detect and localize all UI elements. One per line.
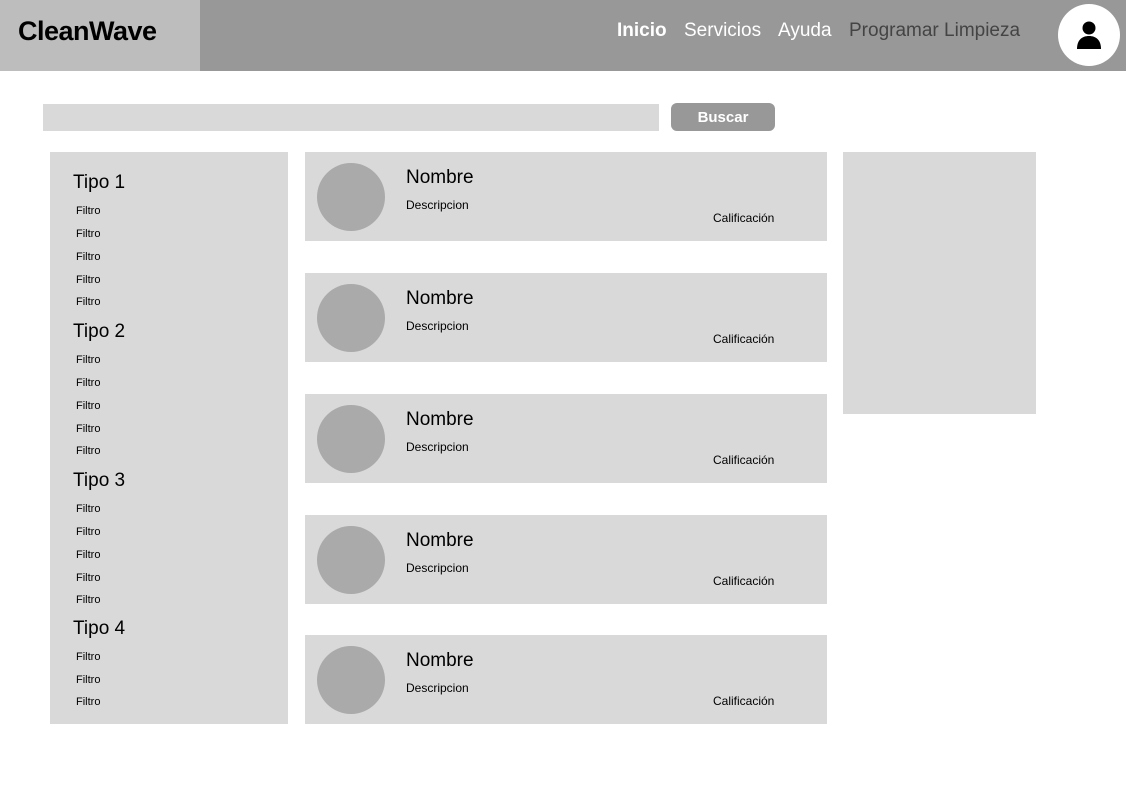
filter-option[interactable]: Filtro (76, 251, 100, 263)
filter-option[interactable]: Filtro (76, 503, 100, 515)
provider-name: Nombre (406, 409, 474, 430)
provider-description: Descripcion (406, 440, 469, 454)
filter-option[interactable]: Filtro (76, 572, 100, 584)
search-input[interactable] (43, 104, 659, 131)
filter-option[interactable]: Filtro (76, 354, 100, 366)
nav-servicios[interactable]: Servicios (684, 20, 761, 42)
nav-ayuda[interactable]: Ayuda (778, 20, 832, 42)
filter-option[interactable]: Filtro (76, 400, 100, 412)
provider-description: Descripcion (406, 198, 469, 212)
result-card[interactable]: Nombre Descripcion Calificación (305, 394, 827, 483)
result-card[interactable]: Nombre Descripcion Calificación (305, 273, 827, 362)
result-card[interactable]: Nombre Descripcion Calificación (305, 515, 827, 604)
filter-option[interactable]: Filtro (76, 423, 100, 435)
filter-sidebar: Tipo 1 Filtro Filtro Filtro Filtro Filtr… (50, 152, 288, 724)
provider-avatar (317, 646, 385, 714)
result-card[interactable]: Nombre Descripcion Calificación (305, 152, 827, 241)
provider-name: Nombre (406, 288, 474, 309)
provider-rating: Calificación (713, 211, 775, 225)
provider-name: Nombre (406, 650, 474, 671)
filter-group-title: Tipo 4 (73, 618, 126, 639)
search-button[interactable]: Buscar (671, 103, 775, 131)
filter-option[interactable]: Filtro (76, 377, 100, 389)
filter-option[interactable]: Filtro (76, 296, 100, 308)
provider-name: Nombre (406, 530, 474, 551)
provider-rating: Calificación (713, 694, 775, 708)
provider-rating: Calificación (713, 574, 775, 588)
filter-option[interactable]: Filtro (76, 594, 100, 606)
nav-programar-limpieza[interactable]: Programar Limpieza (849, 20, 1020, 42)
filter-option[interactable]: Filtro (76, 549, 100, 561)
provider-description: Descripcion (406, 561, 469, 575)
filter-group-title: Tipo 2 (73, 321, 126, 342)
provider-avatar (317, 163, 385, 231)
logo-box[interactable]: CleanWave (0, 0, 200, 71)
logo[interactable]: CleanWave (18, 16, 157, 47)
provider-avatar (317, 526, 385, 594)
nav-inicio[interactable]: Inicio (617, 20, 667, 42)
filter-option[interactable]: Filtro (76, 696, 100, 708)
provider-rating: Calificación (713, 453, 775, 467)
filter-option[interactable]: Filtro (76, 274, 100, 286)
filter-option[interactable]: Filtro (76, 205, 100, 217)
filter-option[interactable]: Filtro (76, 651, 100, 663)
provider-avatar (317, 405, 385, 473)
filter-group-title: Tipo 3 (73, 470, 126, 491)
provider-name: Nombre (406, 167, 474, 188)
result-card[interactable]: Nombre Descripcion Calificación (305, 635, 827, 724)
side-panel (843, 152, 1036, 414)
filter-option[interactable]: Filtro (76, 445, 100, 457)
user-icon (1077, 21, 1101, 49)
provider-avatar (317, 284, 385, 352)
provider-description: Descripcion (406, 681, 469, 695)
filter-option[interactable]: Filtro (76, 674, 100, 686)
provider-rating: Calificación (713, 332, 775, 346)
top-header: CleanWave Inicio Servicios Ayuda Program… (0, 0, 1126, 71)
filter-option[interactable]: Filtro (76, 526, 100, 538)
provider-description: Descripcion (406, 319, 469, 333)
filter-option[interactable]: Filtro (76, 228, 100, 240)
user-avatar-button[interactable] (1058, 4, 1120, 66)
filter-group-title: Tipo 1 (73, 172, 126, 193)
